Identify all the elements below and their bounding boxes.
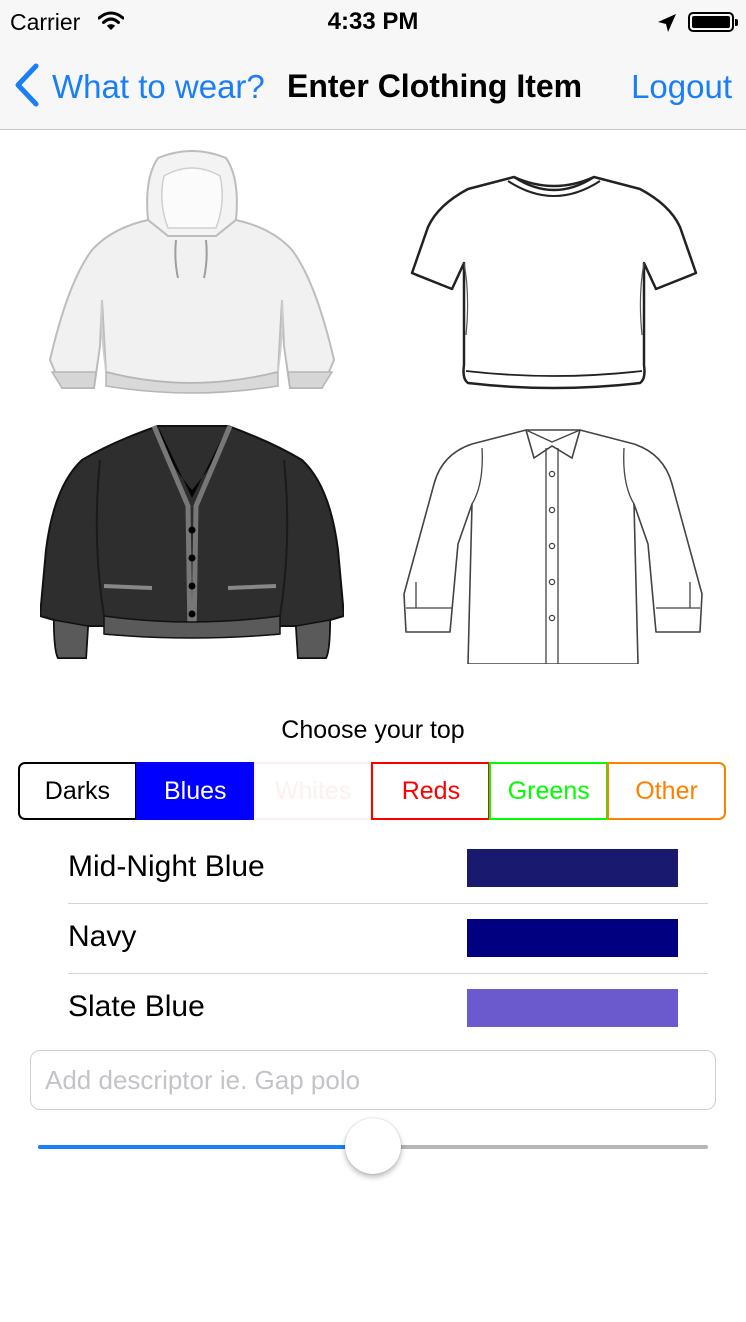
page-title: Enter Clothing Item bbox=[287, 68, 583, 104]
slider-thumb[interactable] bbox=[345, 1118, 401, 1174]
location-arrow-icon bbox=[656, 12, 678, 39]
battery-icon bbox=[688, 12, 738, 32]
back-button[interactable]: What to wear? bbox=[14, 63, 265, 112]
hoodie-icon bbox=[48, 150, 336, 394]
slider[interactable] bbox=[38, 1118, 708, 1174]
cardigan-option[interactable] bbox=[40, 420, 344, 662]
color-swatch bbox=[467, 849, 678, 887]
segment-whites[interactable]: Whites bbox=[253, 762, 373, 820]
segment-greens[interactable]: Greens bbox=[489, 762, 609, 820]
color-name: Slate Blue bbox=[68, 990, 205, 1023]
color-swatch bbox=[467, 919, 678, 957]
logout-button[interactable]: Logout bbox=[631, 68, 732, 106]
button-shirt-option[interactable] bbox=[402, 424, 704, 664]
slider-track-filled bbox=[38, 1145, 373, 1149]
navigation-bar: What to wear? Enter Clothing Item Logout bbox=[0, 44, 746, 130]
color-row[interactable]: Slate Blue bbox=[68, 974, 708, 1044]
segment-other[interactable]: Other bbox=[607, 762, 726, 820]
chevron-left-icon bbox=[14, 63, 40, 112]
tshirt-icon bbox=[410, 175, 698, 390]
color-row[interactable]: Navy bbox=[68, 904, 708, 974]
cardigan-icon bbox=[40, 425, 344, 659]
descriptor-input[interactable] bbox=[30, 1050, 716, 1110]
segment-reds[interactable]: Reds bbox=[371, 762, 491, 820]
slider-track-empty bbox=[373, 1145, 708, 1149]
color-name: Mid-Night Blue bbox=[68, 850, 265, 883]
tshirt-option[interactable] bbox=[408, 165, 700, 397]
color-swatch bbox=[467, 989, 678, 1027]
choose-top-prompt: Choose your top bbox=[281, 716, 465, 744]
status-bar: Carrier 4:33 PM bbox=[0, 0, 746, 44]
clock: 4:33 PM bbox=[327, 8, 419, 35]
color-name: Navy bbox=[68, 920, 137, 953]
hoodie-option[interactable] bbox=[40, 150, 344, 400]
back-button-label: What to wear? bbox=[52, 68, 265, 105]
segment-darks[interactable]: Darks bbox=[18, 762, 137, 820]
color-row[interactable]: Mid-Night Blue bbox=[68, 834, 708, 904]
color-family-segmented-control: Darks Blues Whites Reds Greens Other bbox=[18, 762, 726, 820]
segment-blues[interactable]: Blues bbox=[135, 762, 255, 820]
button-shirt-icon bbox=[403, 429, 703, 664]
